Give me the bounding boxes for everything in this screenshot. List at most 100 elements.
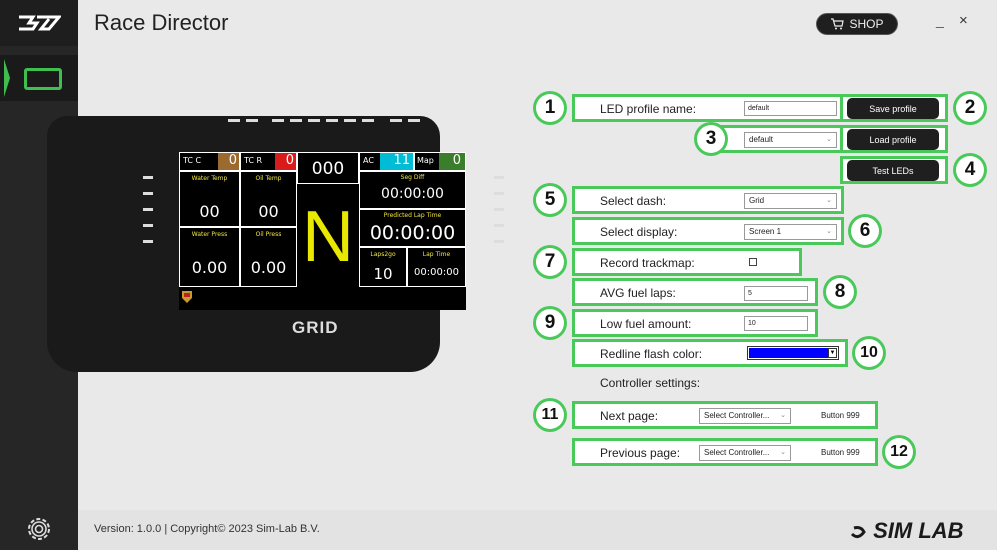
low-fuel-label: Low fuel amount:	[600, 317, 692, 331]
map-cell: Map 0	[414, 152, 466, 171]
ac-cell: AC 11	[359, 152, 414, 171]
lap-time-label: Lap Time	[422, 251, 451, 258]
select-dash-value: Grid	[749, 196, 765, 205]
simlab-logo: SIM LAB	[849, 518, 964, 544]
callout-12: 12	[882, 435, 916, 469]
controller-settings-heading: Controller settings:	[600, 376, 701, 390]
select-dash-label: Select dash:	[600, 194, 667, 208]
water-press-cell: Water Press 0.00	[179, 227, 240, 287]
ac-value: 11	[380, 153, 413, 170]
select-display-dropdown[interactable]: Screen 1 ⌄	[744, 224, 837, 240]
profile-select[interactable]: default ⌄	[744, 132, 837, 148]
gear-cell: N	[297, 184, 359, 287]
oil-press-cell: Oil Press 0.00	[240, 227, 297, 287]
callout-3: 3	[694, 122, 728, 156]
oil-temp-cell: Oil Temp 00	[240, 171, 297, 227]
avg-fuel-laps-input[interactable]: 5	[744, 286, 808, 301]
record-trackmap-label: Record trackmap:	[600, 256, 695, 270]
speed-cell: 000	[297, 152, 359, 184]
gear-value: N	[302, 197, 354, 277]
avg-fuel-laps-label: AVG fuel laps:	[600, 286, 676, 300]
prev-page-label: Previous page:	[600, 446, 681, 460]
next-page-label: Next page:	[600, 409, 659, 423]
chevron-down-icon: ⌄	[826, 197, 832, 204]
chevron-down-icon: ⌄	[826, 136, 832, 143]
led-profile-label: LED profile name:	[600, 102, 697, 116]
select-dash-dropdown[interactable]: Grid ⌄	[744, 193, 837, 209]
oil-temp-value: 00	[258, 202, 279, 221]
seg-diff-label: Seg Diff	[400, 174, 425, 181]
select-display-label: Select display:	[600, 225, 678, 239]
oil-temp-label: Oil Temp	[255, 175, 282, 182]
lap-time-value: 00:00:00	[414, 267, 459, 278]
redline-color-picker[interactable]: ▼	[747, 346, 839, 360]
callout-9: 9	[533, 306, 567, 340]
laps2go-label: Laps2go	[370, 251, 396, 258]
page-title: Race Director	[94, 10, 229, 35]
test-leds-button[interactable]: Test LEDs	[847, 160, 939, 181]
tc-c-value: 0	[218, 153, 239, 170]
callout-4: 4	[953, 153, 987, 187]
map-label: Map	[417, 156, 434, 165]
active-indicator	[4, 59, 10, 97]
prev-page-button-value[interactable]: Button 999	[821, 448, 860, 457]
tc-r-cell: TC R 0	[240, 152, 297, 171]
sidebar-item-display[interactable]	[0, 55, 78, 101]
map-value: 0	[439, 153, 465, 170]
save-profile-button[interactable]: Save profile	[847, 98, 939, 119]
callout-6: 6	[848, 214, 882, 248]
lap-time-cell: Lap Time 00:00:00	[407, 247, 466, 287]
redline-color-swatch	[749, 348, 828, 358]
footer: Version: 1.0.0 | Copyright© 2023 Sim-Lab…	[78, 510, 997, 550]
water-temp-label: Water Temp	[191, 175, 228, 182]
tc-r-label: TC R	[244, 156, 263, 165]
water-temp-value: 00	[199, 202, 220, 221]
prev-page-controller-value: Select Controller...	[704, 448, 770, 457]
load-profile-button[interactable]: Load profile	[847, 129, 939, 150]
dash-screen: TC C 0 TC R 0 Water Temp 00 Oil Temp 00 …	[179, 152, 466, 310]
simlab-brand: SIM LAB	[873, 518, 964, 543]
redline-label: Redline flash color:	[600, 347, 703, 361]
water-press-label: Water Press	[191, 231, 228, 238]
water-press-value: 0.00	[191, 258, 228, 277]
display-icon	[24, 68, 62, 90]
callout-8: 8	[823, 275, 857, 309]
predicted-lap-cell: Predicted Lap Time 00:00:00	[359, 209, 466, 247]
oil-press-label: Oil Press	[255, 231, 282, 238]
callout-1: 1	[533, 91, 567, 125]
next-page-controller-value: Select Controller...	[704, 411, 770, 420]
next-page-controller-select[interactable]: Select Controller... ⌄	[699, 408, 791, 424]
seg-diff-value: 00:00:00	[381, 186, 444, 202]
version-text: Version: 1.0.0 | Copyright© 2023 Sim-Lab…	[94, 523, 320, 535]
laps2go-cell: Laps2go 10	[359, 247, 407, 287]
tc-c-label: TC C	[183, 156, 202, 165]
chevron-down-icon: ⌄	[780, 412, 786, 419]
grid-device-logo: GRID	[292, 318, 339, 337]
chevron-down-icon[interactable]: ▼	[828, 348, 837, 358]
callout-10: 10	[852, 336, 886, 370]
callout-11: 11	[533, 398, 567, 432]
ac-label: AC	[363, 156, 374, 165]
seg-diff-cell: Seg Diff 00:00:00	[359, 171, 466, 209]
chevron-down-icon: ⌄	[826, 228, 832, 235]
close-button[interactable]: ×	[959, 12, 968, 29]
callout-2: 2	[953, 91, 987, 125]
race-logo-icon	[19, 15, 61, 31]
app-logo	[0, 0, 78, 46]
led-profile-input[interactable]: default	[744, 101, 837, 116]
chevron-down-icon: ⌄	[780, 449, 786, 456]
predicted-lap-label: Predicted Lap Time	[383, 212, 442, 219]
select-display-value: Screen 1	[749, 227, 782, 236]
speed-value: 000	[311, 159, 345, 179]
callout-5: 5	[533, 183, 567, 217]
next-page-button-value[interactable]: Button 999	[821, 411, 860, 420]
minimize-button[interactable]: _	[936, 12, 944, 28]
shop-button[interactable]: SHOP	[816, 13, 898, 35]
record-trackmap-checkbox[interactable]	[749, 258, 757, 266]
water-temp-cell: Water Temp 00	[179, 171, 240, 227]
gear-icon[interactable]	[24, 514, 54, 544]
predicted-lap-value: 00:00:00	[369, 222, 456, 244]
prev-page-controller-select[interactable]: Select Controller... ⌄	[699, 445, 791, 461]
low-fuel-input[interactable]: 10	[744, 316, 808, 331]
callout-7: 7	[533, 245, 567, 279]
